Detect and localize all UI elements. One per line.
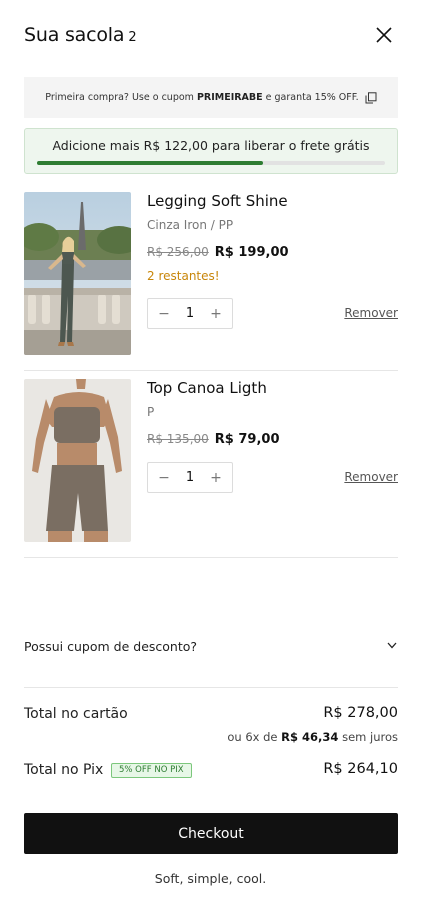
decrease-quantity-button[interactable]: −: [158, 470, 170, 486]
cart-title: Sua sacola 2: [24, 24, 137, 46]
item-divider: [24, 557, 398, 558]
coupon-accordion-label: Possui cupom de desconto?: [24, 639, 198, 654]
coupon-banner-prefix: Primeira compra? Use o cupom: [45, 92, 194, 103]
close-icon[interactable]: [371, 22, 397, 48]
copy-icon[interactable]: [365, 91, 377, 104]
cart-item: Legging Soft Shine Cinza Iron / PP R$ 25…: [24, 192, 398, 355]
stock-warning: 2 restantes!: [147, 269, 220, 283]
increase-quantity-button[interactable]: +: [210, 306, 222, 322]
product-name[interactable]: Legging Soft Shine: [147, 192, 288, 210]
decrease-quantity-button[interactable]: −: [158, 306, 170, 322]
current-price: R$ 199,00: [214, 245, 289, 260]
current-price: R$ 79,00: [214, 432, 280, 447]
remove-item-button[interactable]: Remover: [344, 470, 398, 484]
product-image-top[interactable]: [24, 379, 131, 542]
remove-item-button[interactable]: Remover: [344, 306, 398, 320]
coupon-code: PRIMEIRABE: [196, 92, 263, 103]
old-price: R$ 135,00: [147, 432, 209, 446]
section-divider: [24, 687, 398, 688]
brand-tagline: Soft, simple, cool.: [154, 871, 267, 886]
pix-discount-badge: 5% OFF NO PIX: [111, 763, 192, 778]
coupon-accordion-toggle[interactable]: Possui cupom de desconto?: [24, 636, 398, 658]
product-variant: Cinza Iron / PP: [147, 218, 234, 232]
price-row: R$ 135,00 R$ 79,00: [147, 432, 279, 447]
installments-prefix: ou 6x de: [227, 730, 278, 744]
installments-value: R$ 46,34: [281, 730, 339, 744]
free-shipping-message: Adicione mais R$ 122,00 para liberar o f…: [52, 138, 370, 153]
cart-item-count: 2: [128, 30, 137, 45]
quantity-stepper: − 1 +: [147, 462, 233, 493]
item-divider: [24, 370, 398, 371]
installments-suffix: sem juros: [342, 730, 398, 744]
coupon-banner-suffix: e garanta 15% OFF.: [265, 92, 359, 103]
price-row: R$ 256,00 R$ 199,00: [147, 245, 289, 260]
product-image-legging[interactable]: [24, 192, 131, 355]
first-purchase-coupon-banner: Primeira compra? Use o cupom PRIMEIRABE …: [24, 77, 398, 118]
cart-title-text: Sua sacola: [24, 24, 125, 46]
product-name[interactable]: Top Canoa Ligth: [147, 379, 267, 397]
free-shipping-box: Adicione mais R$ 122,00 para liberar o f…: [24, 128, 398, 174]
chevron-down-icon: [387, 642, 397, 649]
pix-total-value: R$ 264,10: [323, 761, 398, 777]
pix-total-label: Total no Pix: [24, 762, 104, 778]
installments-info: ou 6x de R$ 46,34 sem juros: [227, 730, 398, 744]
free-shipping-progress-track: [37, 161, 385, 165]
card-total-value: R$ 278,00: [323, 705, 398, 721]
increase-quantity-button[interactable]: +: [210, 470, 222, 486]
checkout-button[interactable]: Checkout: [24, 813, 398, 854]
quantity-value: 1: [185, 306, 195, 321]
free-shipping-progress-fill: [37, 161, 264, 165]
quantity-stepper: − 1 +: [147, 298, 233, 329]
product-variant: P: [147, 405, 155, 419]
old-price: R$ 256,00: [147, 245, 209, 259]
cart-header: Sua sacola 2: [24, 22, 397, 50]
quantity-value: 1: [185, 470, 195, 485]
cart-item: Top Canoa Ligth P R$ 135,00 R$ 79,00 − 1 …: [24, 379, 398, 542]
card-total-label: Total no cartão: [24, 706, 128, 722]
